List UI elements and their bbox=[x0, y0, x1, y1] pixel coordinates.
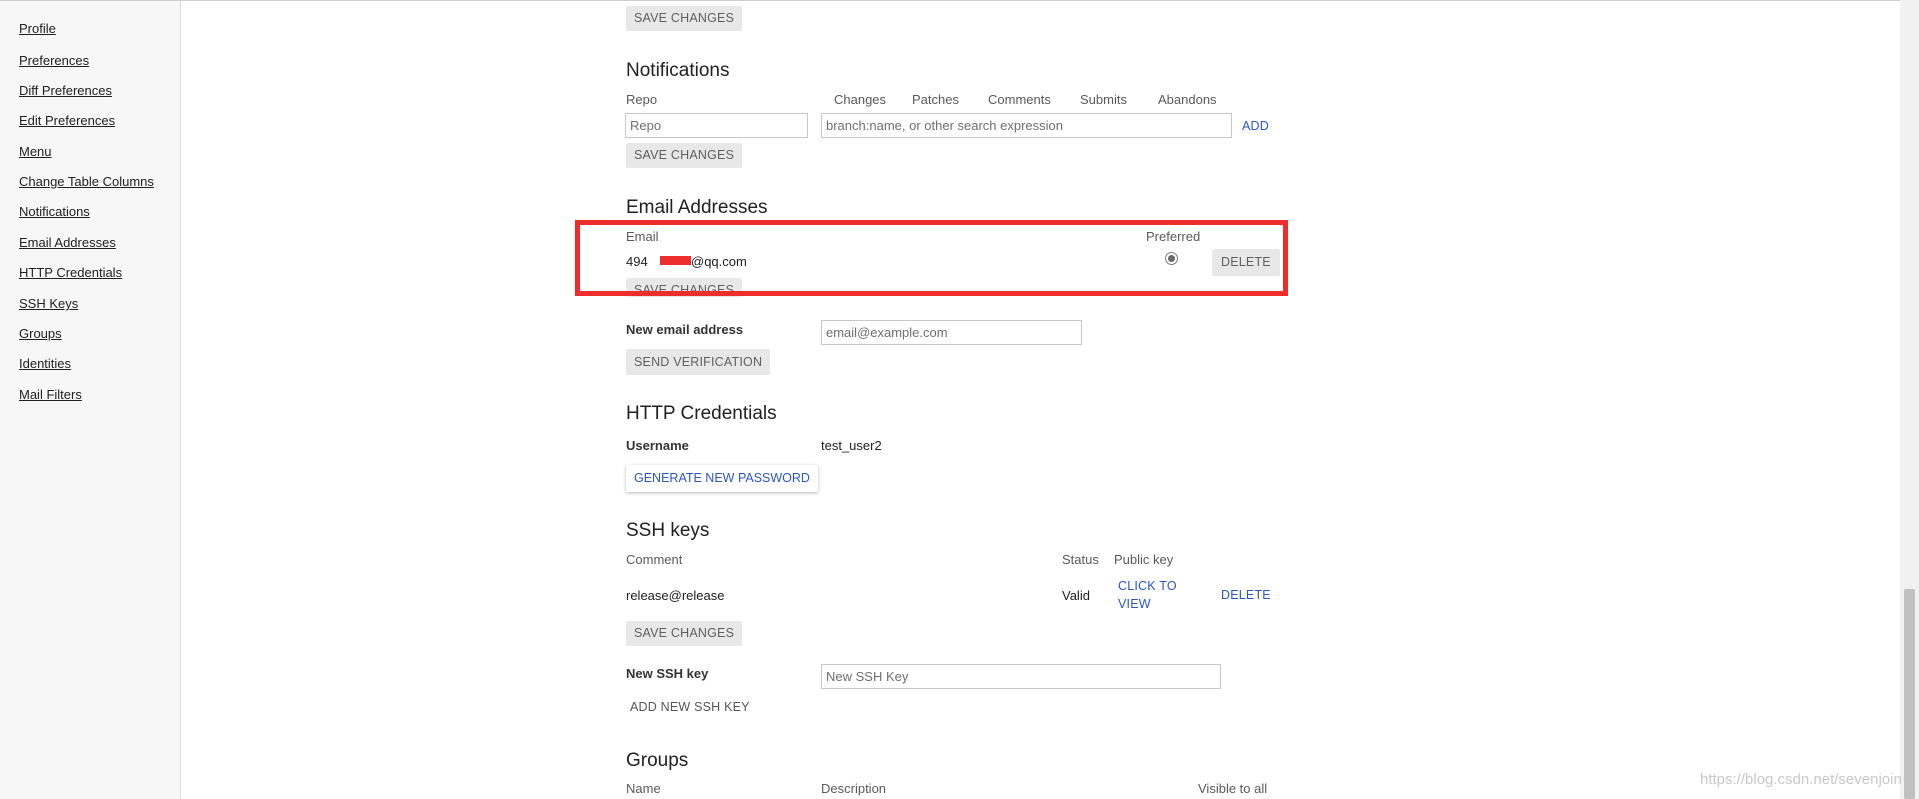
add-ssh-key-button[interactable]: ADD NEW SSH KEY bbox=[630, 700, 750, 714]
ssh-row-status: Valid bbox=[1062, 588, 1090, 603]
http-username-label: Username bbox=[626, 438, 689, 453]
highlight-box bbox=[575, 220, 1288, 296]
ssh-keys-title: SSH keys bbox=[626, 520, 710, 541]
ssh-delete-button[interactable]: DELETE bbox=[1221, 588, 1271, 602]
notifications-col-repo: Repo bbox=[626, 92, 658, 107]
http-credentials-title: HTTP Credentials bbox=[626, 403, 777, 424]
new-ssh-key-input[interactable] bbox=[821, 664, 1221, 689]
settings-main: SAVE CHANGES Notifications Repo Changes … bbox=[0, 0, 1900, 799]
ssh-click-to-view-link[interactable]: CLICK TO bbox=[1118, 579, 1177, 593]
notifications-col-patches: Patches bbox=[912, 92, 959, 107]
scrollbar-thumb[interactable] bbox=[1904, 589, 1915, 799]
notifications-col-comments: Comments bbox=[988, 92, 1051, 107]
ssh-row-comment: release@release bbox=[626, 588, 725, 603]
groups-title: Groups bbox=[626, 750, 689, 771]
ssh-col-status: Status bbox=[1062, 552, 1099, 567]
ssh-col-comment: Comment bbox=[626, 552, 683, 567]
groups-col-description: Description bbox=[821, 781, 887, 796]
watermark: https://blog.csdn.net/sevenjoin bbox=[1700, 771, 1902, 788]
notifications-repo-input[interactable] bbox=[625, 113, 808, 138]
ssh-save-button[interactable]: SAVE CHANGES bbox=[626, 621, 743, 646]
notifications-col-submits: Submits bbox=[1080, 92, 1127, 107]
save-changes-button-top[interactable]: SAVE CHANGES bbox=[626, 6, 743, 31]
groups-col-visible: Visible to all bbox=[1198, 781, 1268, 796]
http-username-value: test_user2 bbox=[821, 438, 882, 453]
notifications-add-button[interactable]: ADD bbox=[1242, 119, 1269, 133]
notifications-save-button[interactable]: SAVE CHANGES bbox=[626, 143, 743, 168]
ssh-click-to-view-link-line2[interactable]: VIEW bbox=[1118, 597, 1151, 611]
generate-password-button[interactable]: GENERATE NEW PASSWORD bbox=[626, 465, 818, 492]
notifications-filter-input[interactable] bbox=[821, 113, 1232, 138]
notifications-col-abandons: Abandons bbox=[1158, 92, 1217, 107]
groups-col-name: Name bbox=[626, 781, 661, 796]
new-email-input[interactable] bbox=[821, 320, 1082, 345]
email-title: Email Addresses bbox=[626, 197, 768, 218]
ssh-col-public-key: Public key bbox=[1114, 552, 1174, 567]
notifications-title: Notifications bbox=[626, 60, 730, 81]
new-ssh-key-label: New SSH key bbox=[626, 666, 709, 681]
send-verification-button[interactable]: SEND VERIFICATION bbox=[626, 349, 771, 375]
notifications-col-changes: Changes bbox=[834, 92, 887, 107]
new-email-label: New email address bbox=[626, 322, 744, 337]
